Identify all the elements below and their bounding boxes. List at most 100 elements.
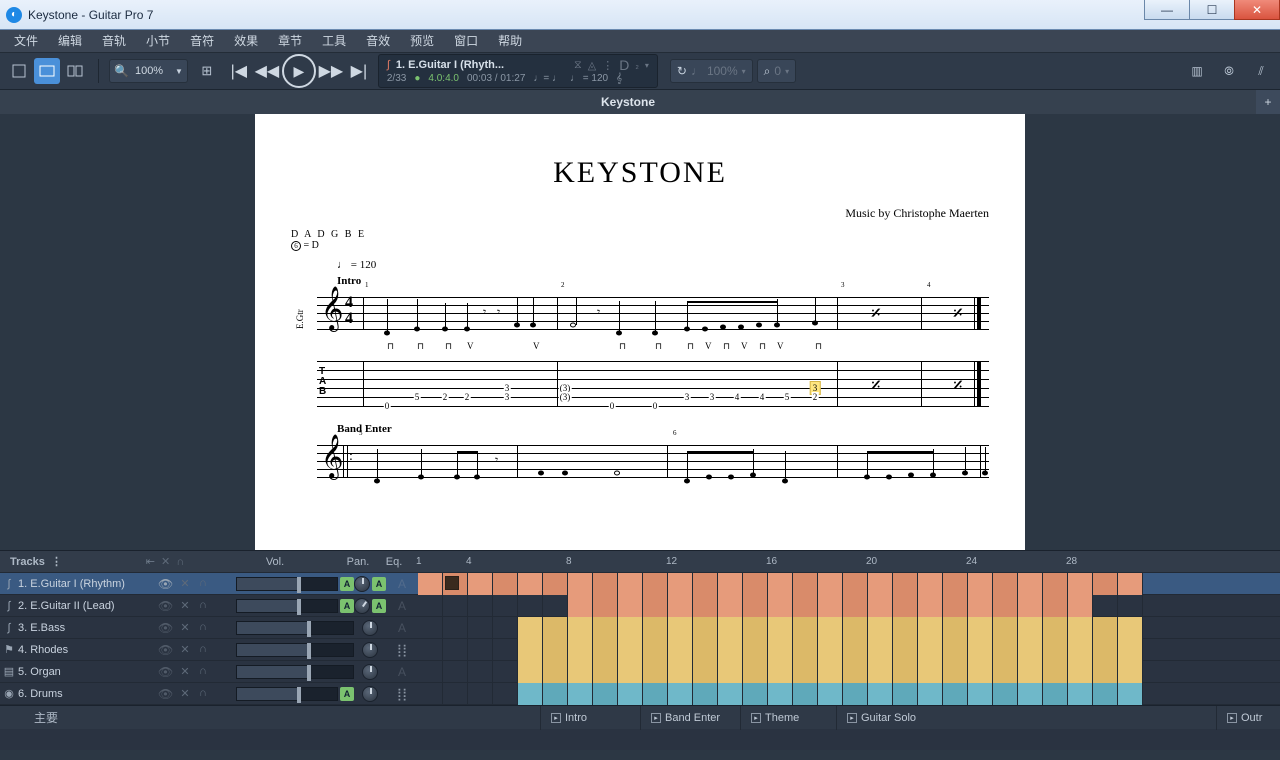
lane-cell[interactable] (693, 595, 718, 617)
lane-cell[interactable] (518, 573, 543, 595)
lane-cell[interactable] (443, 639, 468, 661)
lane-cell[interactable] (693, 573, 718, 595)
pan-knob[interactable] (354, 620, 386, 636)
layout-page-icon[interactable] (6, 58, 32, 84)
lane-cell[interactable] (893, 661, 918, 683)
lane-cell[interactable] (893, 573, 918, 595)
score-area[interactable]: KEYSTONE Music by Christophe Maerten D A… (0, 114, 1280, 550)
lane-cell[interactable] (618, 573, 643, 595)
chevron-down-icon[interactable]: ▼ (175, 67, 183, 76)
lane-cell[interactable] (693, 639, 718, 661)
lane-cell[interactable] (943, 617, 968, 639)
lane-cell[interactable] (718, 639, 743, 661)
auto-button[interactable]: A (372, 577, 386, 591)
lane-cell[interactable] (493, 617, 518, 639)
lane-cell[interactable] (518, 595, 543, 617)
volume-slider[interactable]: A (236, 687, 354, 701)
solo-icon[interactable]: ∩ (196, 599, 210, 612)
lane-cell[interactable] (1043, 661, 1068, 683)
lane-cell[interactable] (1018, 683, 1043, 705)
volume-slider[interactable]: A (236, 599, 354, 613)
notation-staff[interactable]: 𝄞 : 5 6 𝄾 (317, 437, 989, 485)
lane-cell[interactable] (643, 573, 668, 595)
lane-cell[interactable] (893, 639, 918, 661)
lane-cell[interactable] (668, 683, 693, 705)
tab-staff[interactable]: TAB 𝄎 𝄎 052233(3)(3)003344532 (317, 357, 989, 413)
lane-cell[interactable] (493, 683, 518, 705)
track-row[interactable]: ∫2. E.Guitar II (Lead)👁✕∩AAA (0, 595, 1280, 617)
menu-note[interactable]: 音符 (180, 30, 224, 52)
lane-cell[interactable] (418, 661, 443, 683)
lane-cell[interactable] (693, 661, 718, 683)
lane-cell[interactable] (993, 661, 1018, 683)
zoom-input[interactable] (133, 64, 171, 78)
lane-cell[interactable] (468, 661, 493, 683)
skip-end-button[interactable]: ▶| (346, 58, 372, 84)
lane-cell[interactable] (1068, 683, 1093, 705)
lane-cell[interactable] (843, 595, 868, 617)
solo-icon[interactable]: ∩ (196, 665, 210, 678)
lane-cell[interactable] (1068, 573, 1093, 595)
track-lane[interactable] (418, 639, 1280, 661)
section-marker[interactable]: ▸Band Enter (640, 706, 740, 730)
lane-cell[interactable] (568, 661, 593, 683)
menu-file[interactable]: 文件 (4, 30, 48, 52)
pan-knob[interactable] (354, 664, 386, 680)
lane-cell[interactable] (793, 617, 818, 639)
tab-fret[interactable]: 5 (784, 392, 791, 402)
tab-fret[interactable]: 2 (464, 392, 471, 402)
lane-cell[interactable] (718, 617, 743, 639)
lane-cell[interactable] (493, 639, 518, 661)
lane-cell[interactable] (1118, 617, 1143, 639)
play-section-icon[interactable]: ▸ (847, 713, 857, 723)
lane-cell[interactable] (568, 617, 593, 639)
lane-cell[interactable] (893, 595, 918, 617)
menu-tool[interactable]: 工具 (312, 30, 356, 52)
visibility-icon[interactable]: 👁 (158, 577, 178, 591)
lane-cell[interactable] (843, 661, 868, 683)
lane-cell[interactable] (1043, 573, 1068, 595)
lane-cell[interactable] (818, 617, 843, 639)
lane-cell[interactable] (468, 683, 493, 705)
eq-button[interactable]: A (386, 621, 418, 635)
lane-cell[interactable] (518, 661, 543, 683)
lane-cell[interactable] (443, 661, 468, 683)
lane-cell[interactable] (1093, 639, 1118, 661)
main-label[interactable]: 主要 (0, 709, 540, 726)
lane-cell[interactable] (993, 573, 1018, 595)
track-row[interactable]: ⚑4. Rhodes👁✕∩⢸⡇ (0, 639, 1280, 661)
track-lane[interactable] (418, 573, 1280, 595)
lane-cell[interactable] (818, 573, 843, 595)
visibility-icon[interactable]: 👁 (158, 665, 178, 679)
capo-control[interactable]: ⌕ 0 ▾ (757, 59, 796, 83)
section-marker[interactable]: ▸Guitar Solo (836, 706, 1216, 730)
lane-cell[interactable] (768, 639, 793, 661)
lane-cell[interactable] (718, 661, 743, 683)
lane-cell[interactable] (1068, 639, 1093, 661)
lane-cell[interactable] (968, 573, 993, 595)
menu-effect[interactable]: 效果 (224, 30, 268, 52)
menu-window[interactable]: 窗口 (444, 30, 488, 52)
lane-cell[interactable] (918, 617, 943, 639)
lane-cell[interactable] (668, 639, 693, 661)
close-button[interactable]: ✕ (1234, 0, 1280, 20)
lane-cell[interactable] (793, 573, 818, 595)
play-section-icon[interactable]: ▸ (551, 713, 561, 723)
lane-cell[interactable] (543, 595, 568, 617)
track-lane[interactable] (418, 661, 1280, 683)
lane-cell[interactable] (443, 683, 468, 705)
lane-cell[interactable] (1068, 595, 1093, 617)
lane-cell[interactable] (543, 573, 568, 595)
lane-cell[interactable] (743, 617, 768, 639)
effects-icon[interactable]: ⫽ (1248, 58, 1274, 84)
lane-cell[interactable] (418, 617, 443, 639)
lane-cell[interactable] (918, 661, 943, 683)
lane-cell[interactable] (868, 595, 893, 617)
maximize-button[interactable]: ☐ (1189, 0, 1235, 20)
lane-cell[interactable] (918, 573, 943, 595)
volume-slider[interactable] (236, 665, 354, 679)
lane-cell[interactable] (468, 617, 493, 639)
lane-cell[interactable] (493, 573, 518, 595)
lane-cell[interactable] (443, 595, 468, 617)
forward-button[interactable]: ▶▶ (318, 58, 344, 84)
